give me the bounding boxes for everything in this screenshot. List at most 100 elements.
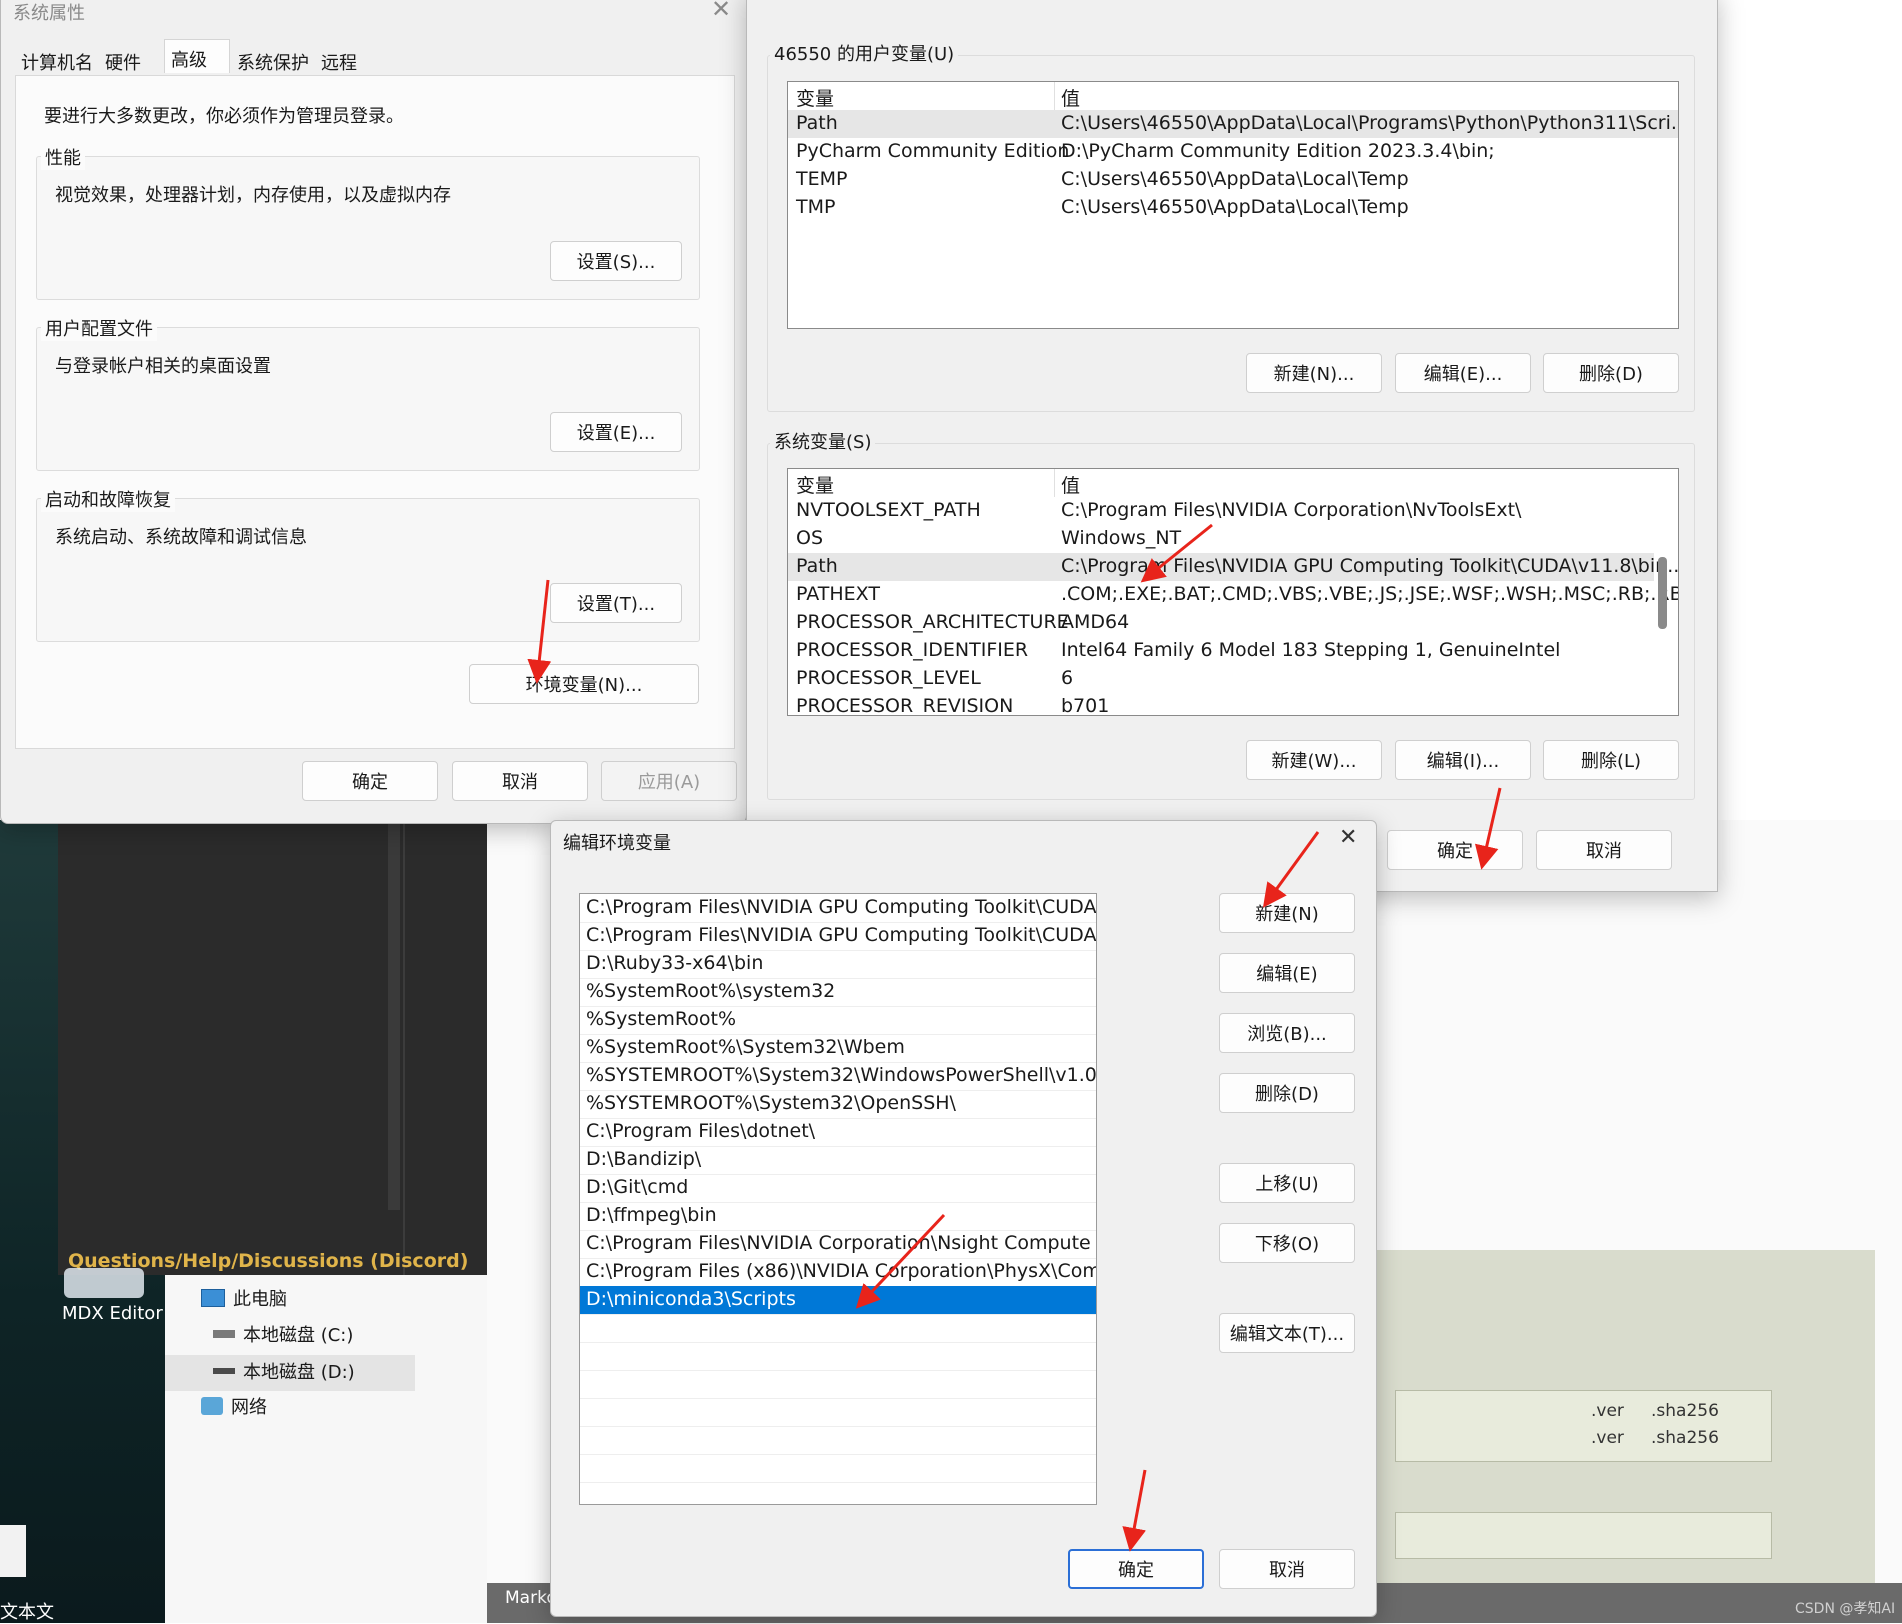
move-down-button[interactable]: 下移(O) (1219, 1223, 1355, 1263)
path-entry-row[interactable] (580, 1454, 1096, 1483)
dialog-cancel-button[interactable]: 取消 (1219, 1549, 1355, 1589)
path-entry-row[interactable] (580, 1314, 1096, 1343)
column-header-variable[interactable]: 变量 (796, 84, 834, 111)
env-cancel-button[interactable]: 取消 (1536, 830, 1672, 870)
path-entry-row[interactable]: %SystemRoot%\System32\Wbem (580, 1034, 1096, 1063)
user-new-button[interactable]: 新建(N)... (1246, 353, 1382, 393)
path-entry-row[interactable] (580, 1398, 1096, 1427)
path-entry-row[interactable]: D:\Ruby33-x64\bin (580, 950, 1096, 979)
edit-text-button[interactable]: 编辑文本(T)... (1219, 1313, 1355, 1353)
tab-hardware[interactable]: 硬件 (99, 43, 147, 77)
env-ok-button[interactable]: 确定 (1387, 830, 1523, 870)
system-properties-window: 系统属性 ✕ 计算机名 硬件 高级 系统保护 远程 要进行大多数更改，你必须作为… (0, 0, 747, 824)
user-profile-settings-button[interactable]: 设置(E)... (550, 412, 682, 452)
apply-button[interactable]: 应用(A) (601, 761, 737, 801)
edit-env-dialog: 编辑环境变量 ✕ C:\Program Files\NVIDIA GPU Com… (550, 820, 1377, 1617)
scrollbar-thumb[interactable] (1658, 557, 1667, 629)
system-variables-title: 系统变量(S) (770, 428, 876, 454)
startup-title: 启动和故障恢复 (41, 486, 175, 512)
user-variable-row[interactable]: PyCharm Community Edition D:\PyCharm Com… (788, 138, 1678, 166)
path-entry-row[interactable]: C:\Program Files\dotnet\ (580, 1118, 1096, 1147)
path-entry-row[interactable] (580, 1426, 1096, 1455)
desktop-icon-label[interactable]: MDX Editor (62, 1303, 163, 1324)
system-variable-row[interactable]: PROCESSOR_IDENTIFIER Intel64 Family 6 Mo… (788, 637, 1678, 665)
system-edit-button[interactable]: 编辑(I)... (1395, 740, 1531, 780)
desktop-file-label[interactable]: 文本文 (0, 1598, 54, 1624)
new-entry-button[interactable]: 新建(N) (1219, 893, 1355, 933)
cancel-button[interactable]: 取消 (452, 761, 588, 801)
column-header-variable[interactable]: 变量 (796, 471, 834, 498)
edit-entry-button[interactable]: 编辑(E) (1219, 953, 1355, 993)
user-variable-row[interactable]: TEMP C:\Users\46550\AppData\Local\Temp (788, 166, 1678, 194)
system-variable-row[interactable]: PROCESSOR_REVISION b701 (788, 693, 1678, 715)
browse-button[interactable]: 浏览(B)... (1219, 1013, 1355, 1053)
path-entry-row[interactable] (580, 1370, 1096, 1399)
performance-desc: 视觉效果，处理器计划，内存使用，以及虚拟内存 (55, 185, 451, 206)
system-new-button[interactable]: 新建(W)... (1246, 740, 1382, 780)
path-entry-row[interactable]: D:\ffmpeg\bin (580, 1202, 1096, 1231)
column-header-value[interactable]: 值 (1061, 471, 1080, 498)
taskbar-label[interactable]: Marko (505, 1588, 557, 1608)
path-entry-row[interactable]: %SYSTEMROOT%\System32\WindowsPowerShell\… (580, 1062, 1096, 1091)
tree-item-network[interactable]: 网络 (201, 1393, 267, 1419)
path-entry-row[interactable]: C:\Program Files (x86)\NVIDIA Corporatio… (580, 1258, 1096, 1287)
path-entry-row[interactable]: D:\miniconda3\Scripts (580, 1286, 1096, 1315)
system-variable-row[interactable]: PROCESSOR_LEVEL 6 (788, 665, 1678, 693)
user-variable-row[interactable]: Path C:\Users\46550\AppData\Local\Progra… (788, 110, 1678, 138)
network-icon (201, 1397, 223, 1415)
environment-variables-button[interactable]: 环境变量(N)... (469, 664, 699, 704)
user-edit-button[interactable]: 编辑(E)... (1395, 353, 1531, 393)
system-variable-row[interactable]: Path C:\Program Files\NVIDIA GPU Computi… (788, 553, 1678, 581)
user-variables-list[interactable]: 变量 值 Path C:\Users\46550\AppData\Local\P… (787, 81, 1679, 329)
tab-computer-name[interactable]: 计算机名 (15, 43, 99, 77)
performance-group: 性能 视觉效果，处理器计划，内存使用，以及虚拟内存 设置(S)... (36, 144, 700, 300)
admin-note: 要进行大多数更改，你必须作为管理员登录。 (44, 106, 404, 127)
tree-item-drive-d[interactable]: 本地磁盘 (D:) (213, 1358, 355, 1384)
path-entry-row[interactable]: C:\Program Files\NVIDIA GPU Computing To… (580, 894, 1096, 923)
tree-item-drive-c[interactable]: 本地磁盘 (C:) (213, 1321, 353, 1347)
path-entry-row[interactable]: D:\Bandizip\ (580, 1146, 1096, 1175)
path-entry-row[interactable]: C:\Program Files\NVIDIA GPU Computing To… (580, 922, 1096, 951)
path-entry-row[interactable] (580, 1342, 1096, 1371)
close-icon[interactable]: ✕ (1339, 825, 1357, 850)
startup-settings-button[interactable]: 设置(T)... (550, 583, 682, 623)
tab-content: 要进行大多数更改，你必须作为管理员登录。 性能 视觉效果，处理器计划，内存使用，… (15, 75, 735, 749)
move-up-button[interactable]: 上移(U) (1219, 1163, 1355, 1203)
user-profile-desc: 与登录帐户相关的桌面设置 (55, 356, 271, 377)
system-variable-row[interactable]: OS Windows_NT (788, 525, 1678, 553)
tab-system-protection[interactable]: 系统保护 (231, 43, 315, 77)
path-entry-row[interactable]: %SystemRoot%\system32 (580, 978, 1096, 1007)
watermark: CSDN @孝知AI (1795, 1601, 1896, 1617)
path-entry-row[interactable]: %SystemRoot% (580, 1006, 1096, 1035)
tab-advanced[interactable]: 高级 (164, 39, 230, 73)
ok-button[interactable]: 确定 (302, 761, 438, 801)
user-profile-group: 用户配置文件 与登录帐户相关的桌面设置 设置(E)... (36, 315, 700, 471)
mdx-editor-icon[interactable] (64, 1268, 144, 1298)
path-entry-row[interactable]: C:\Program Files\NVIDIA Corporation\Nsig… (580, 1230, 1096, 1259)
path-entry-row[interactable] (580, 1482, 1096, 1504)
dialog-ok-button[interactable]: 确定 (1068, 1549, 1204, 1589)
user-variable-row[interactable]: TMP C:\Users\46550\AppData\Local\Temp (788, 194, 1678, 222)
close-icon[interactable]: ✕ (711, 0, 731, 23)
system-variable-row[interactable]: PROCESSOR_ARCHITECTURE AMD64 (788, 609, 1678, 637)
startup-group: 启动和故障恢复 系统启动、系统故障和调试信息 设置(T)... (36, 486, 700, 642)
user-delete-button[interactable]: 删除(D) (1543, 353, 1679, 393)
monitor-icon (201, 1289, 225, 1307)
system-delete-button[interactable]: 删除(L) (1543, 740, 1679, 780)
delete-entry-button[interactable]: 删除(D) (1219, 1073, 1355, 1113)
system-variable-row[interactable]: NVTOOLSEXT_PATH C:\Program Files\NVIDIA … (788, 497, 1678, 525)
path-entry-row[interactable]: %SYSTEMROOT%\System32\OpenSSH\ (580, 1090, 1096, 1119)
tree-item-this-pc[interactable]: 此电脑 (201, 1285, 287, 1311)
file-table: .ver .sha256 .ver .sha256 (1395, 1390, 1772, 1462)
path-entry-row[interactable]: D:\Git\cmd (580, 1174, 1096, 1203)
system-variables-list[interactable]: 变量 值 NVTOOLSEXT_PATH C:\Program Files\NV… (787, 468, 1679, 716)
system-variable-row[interactable]: PATHEXT .COM;.EXE;.BAT;.CMD;.VBS;.VBE;.J… (788, 581, 1678, 609)
column-header-value[interactable]: 值 (1061, 84, 1080, 111)
tab-remote[interactable]: 远程 (315, 43, 363, 77)
environment-variables-window: 46550 的用户变量(U) 变量 值 Path C:\Users\46550\… (746, 0, 1718, 892)
file-icon[interactable] (0, 1525, 26, 1577)
path-entries-list[interactable]: C:\Program Files\NVIDIA GPU Computing To… (579, 893, 1097, 1505)
performance-settings-button[interactable]: 设置(S)... (550, 241, 682, 281)
dark-app-panel: Questions/Help/Discussions (Discord) (58, 820, 488, 1275)
user-variables-title: 46550 的用户变量(U) (770, 40, 959, 66)
